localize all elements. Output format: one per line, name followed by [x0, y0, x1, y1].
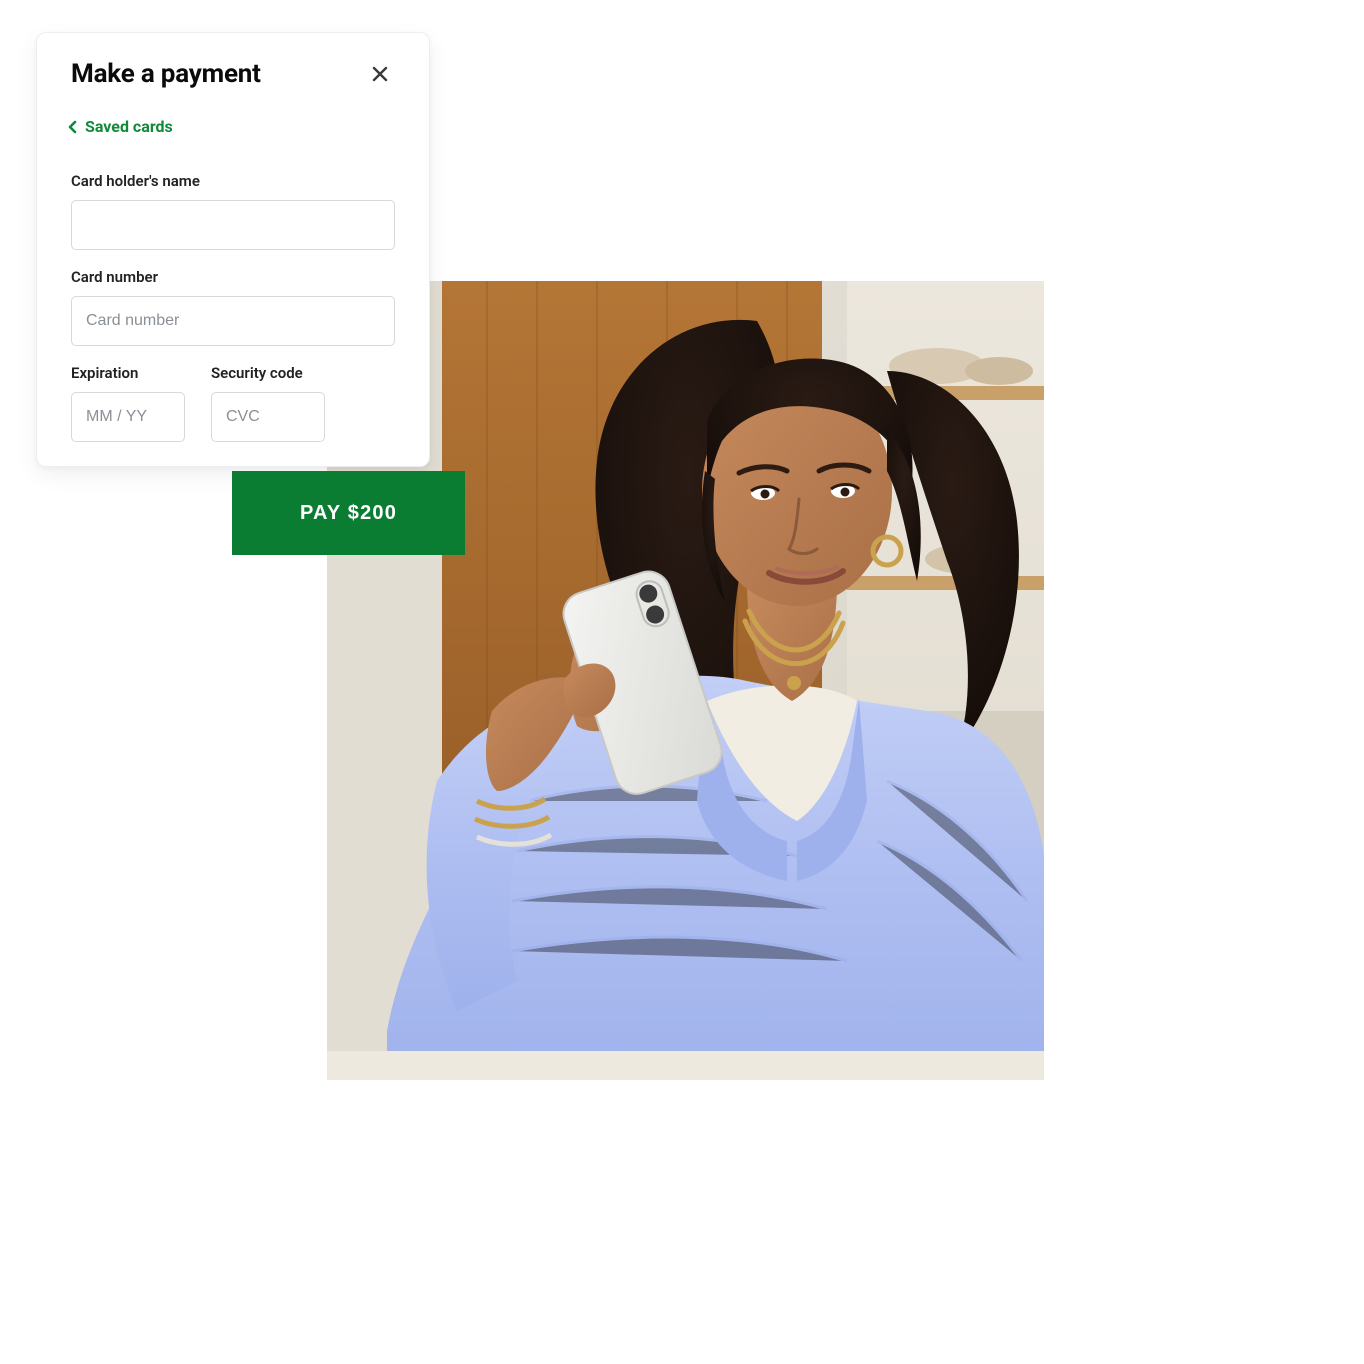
cardnumber-input[interactable]	[71, 296, 395, 346]
saved-cards-link[interactable]: Saved cards	[37, 97, 207, 140]
pay-button[interactable]: PAY $200	[232, 471, 465, 555]
payment-modal: Make a payment Saved cards Card holder's…	[36, 32, 430, 467]
saved-cards-label: Saved cards	[85, 117, 173, 136]
cvc-label: Security code	[211, 364, 325, 382]
field-cardnumber: Card number	[71, 268, 395, 346]
payment-form: Card holder's name Card number Expiratio…	[37, 140, 429, 442]
field-cvc: Security code	[211, 364, 325, 442]
pay-button-label: PAY $200	[300, 502, 397, 525]
cardholder-input[interactable]	[71, 200, 395, 250]
field-expiration: Expiration	[71, 364, 185, 442]
expiration-input[interactable]	[71, 392, 185, 442]
modal-header: Make a payment	[37, 33, 429, 97]
chevron-left-icon	[67, 120, 79, 134]
field-row-exp-cvc: Expiration Security code	[71, 364, 395, 442]
cvc-input[interactable]	[211, 392, 325, 442]
lifestyle-photo	[327, 281, 1044, 1080]
cardholder-label: Card holder's name	[71, 172, 395, 190]
cardnumber-label: Card number	[71, 268, 395, 286]
close-icon	[371, 65, 389, 83]
expiration-label: Expiration	[71, 364, 185, 382]
field-cardholder: Card holder's name	[71, 172, 395, 250]
close-button[interactable]	[365, 59, 395, 89]
modal-title: Make a payment	[71, 59, 261, 89]
